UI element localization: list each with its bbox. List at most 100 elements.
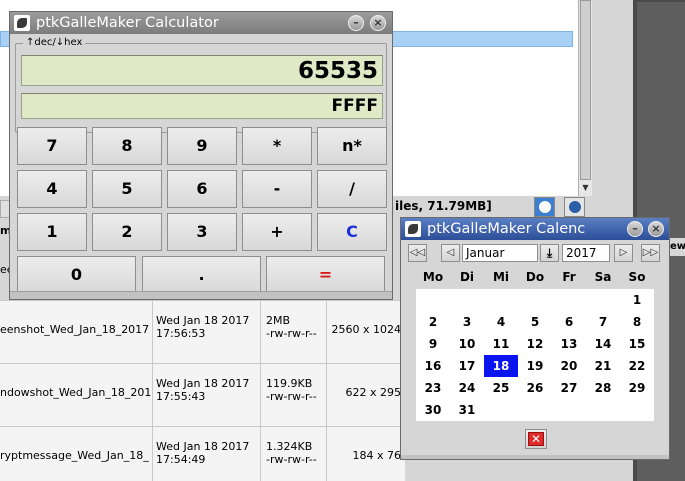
globe-icon bbox=[569, 201, 581, 213]
weekday-label: Sa bbox=[594, 270, 612, 284]
day-cell[interactable]: 2 bbox=[416, 311, 450, 333]
file-date: Wed Jan 18 2017 17:54:49 bbox=[153, 427, 261, 481]
next-year-button[interactable]: ▷▷ bbox=[641, 244, 660, 262]
view-icon bbox=[539, 201, 551, 213]
table-row[interactable]: eenshot_Wed_Jan_18_2017 Wed Jan 18 2017 1… bbox=[0, 300, 405, 363]
day-cell[interactable]: 23 bbox=[416, 377, 450, 399]
day-cell[interactable]: 20 bbox=[552, 355, 586, 377]
key-decimal-button[interactable]: . bbox=[142, 256, 261, 294]
calculator-window: ptkGalleMaker Calculator – × ↑dec/↓hex 6… bbox=[9, 11, 393, 300]
calendar-window: ptkGalleMaker Calenc – × ◁◁ ◁ Januar ⤓ 2… bbox=[400, 217, 670, 460]
day-cell[interactable]: 24 bbox=[450, 377, 484, 399]
prev-month-button[interactable]: ◁ bbox=[441, 244, 460, 262]
weekday-label: Fr bbox=[562, 270, 576, 284]
day-cell[interactable]: 1 bbox=[620, 289, 654, 311]
key-plus-button[interactable]: + bbox=[242, 213, 312, 251]
day-cell[interactable]: 9 bbox=[416, 333, 450, 355]
key-clear-button[interactable]: C bbox=[317, 213, 387, 251]
calendar-close-button[interactable]: ✕ bbox=[525, 429, 547, 449]
tk-logo-icon bbox=[405, 221, 421, 237]
key-1-button[interactable]: 1 bbox=[17, 213, 87, 251]
day-cell[interactable]: 21 bbox=[586, 355, 620, 377]
key-power-button[interactable]: n* bbox=[317, 127, 387, 165]
window-bottom-edge bbox=[10, 291, 392, 299]
right-header-cell: ew bbox=[670, 238, 685, 256]
day-cell[interactable]: 3 bbox=[450, 311, 484, 333]
calculator-title: ptkGalleMaker Calculator bbox=[36, 15, 219, 31]
view-toggle-button[interactable] bbox=[534, 197, 555, 217]
file-name: ndowshot_Wed_Jan_18_2017 bbox=[0, 364, 153, 426]
key-6-button[interactable]: 6 bbox=[167, 170, 237, 208]
minimize-button[interactable]: – bbox=[348, 15, 364, 31]
key-4-button[interactable]: 4 bbox=[17, 170, 87, 208]
selected-day-cell[interactable]: 18 bbox=[484, 355, 518, 377]
weekday-label: Mo bbox=[422, 270, 444, 284]
day-cell[interactable]: 31 bbox=[450, 399, 484, 421]
day-cell[interactable]: 14 bbox=[586, 333, 620, 355]
key-8-button[interactable]: 8 bbox=[92, 127, 162, 165]
day-cell[interactable]: 6 bbox=[552, 311, 586, 333]
day-cell[interactable]: 12 bbox=[518, 333, 552, 355]
close-button[interactable]: × bbox=[648, 221, 664, 237]
weekday-label: Do bbox=[525, 270, 545, 284]
file-date: Wed Jan 18 2017 17:56:53 bbox=[153, 301, 261, 363]
hex-display: FFFF bbox=[21, 93, 383, 119]
day-cell[interactable]: 26 bbox=[518, 377, 552, 399]
file-dimensions: 2560 x 1024 bbox=[331, 323, 402, 336]
close-button[interactable]: × bbox=[370, 15, 386, 31]
vertical-scrollbar[interactable]: ▼ bbox=[578, 0, 592, 196]
key-0-button[interactable]: 0 bbox=[17, 256, 136, 294]
key-minus-button[interactable]: - bbox=[242, 170, 312, 208]
file-date: Wed Jan 18 2017 17:55:43 bbox=[153, 364, 261, 426]
key-multiply-button[interactable]: * bbox=[242, 127, 312, 165]
day-cell[interactable]: 28 bbox=[586, 377, 620, 399]
year-field[interactable]: 2017 bbox=[562, 244, 610, 262]
day-cell[interactable]: 13 bbox=[552, 333, 586, 355]
table-row[interactable]: ryptmessage_Wed_Jan_18_ Wed Jan 18 2017 1… bbox=[0, 426, 405, 481]
day-cell[interactable]: 27 bbox=[552, 377, 586, 399]
weekday-label: Mi bbox=[492, 270, 510, 284]
day-cell[interactable]: 17 bbox=[450, 355, 484, 377]
day-cell[interactable]: 25 bbox=[484, 377, 518, 399]
file-dimensions: 622 x 295 bbox=[345, 386, 402, 399]
day-cell[interactable]: 16 bbox=[416, 355, 450, 377]
month-field[interactable]: Januar bbox=[462, 244, 538, 262]
tk-logo-icon bbox=[14, 15, 30, 31]
key-equals-button[interactable]: = bbox=[266, 256, 385, 294]
key-3-button[interactable]: 3 bbox=[167, 213, 237, 251]
key-divide-button[interactable]: / bbox=[317, 170, 387, 208]
decimal-display: 65535 bbox=[21, 55, 383, 86]
right-header-label: ew bbox=[670, 241, 685, 252]
day-cell[interactable]: 5 bbox=[518, 311, 552, 333]
key-2-button[interactable]: 2 bbox=[92, 213, 162, 251]
key-5-button[interactable]: 5 bbox=[92, 170, 162, 208]
day-cell[interactable]: 10 bbox=[450, 333, 484, 355]
day-cell[interactable]: 7 bbox=[586, 311, 620, 333]
scroll-down-arrow-icon[interactable]: ▼ bbox=[580, 182, 591, 194]
prev-year-button[interactable]: ◁◁ bbox=[408, 244, 427, 262]
weekday-label: So bbox=[628, 270, 646, 284]
next-month-button[interactable]: ▷ bbox=[614, 244, 633, 262]
day-cell[interactable]: 8 bbox=[620, 311, 654, 333]
globe-button[interactable] bbox=[564, 197, 585, 217]
scrollbar-thumb[interactable] bbox=[580, 0, 591, 180]
file-size: 1.324KB -rw-rw-r-- bbox=[261, 427, 327, 481]
key-9-button[interactable]: 9 bbox=[167, 127, 237, 165]
day-cell[interactable]: 19 bbox=[518, 355, 552, 377]
day-cell[interactable]: 22 bbox=[620, 355, 654, 377]
day-cell[interactable]: 4 bbox=[484, 311, 518, 333]
day-cell[interactable]: 11 bbox=[484, 333, 518, 355]
calculator-titlebar[interactable]: ptkGalleMaker Calculator – × bbox=[10, 12, 392, 34]
month-dropdown-icon[interactable]: ⤓ bbox=[540, 244, 559, 262]
mode-label[interactable]: ↑dec/↓hex bbox=[23, 37, 86, 48]
day-cell[interactable]: 29 bbox=[620, 377, 654, 399]
window-bottom-edge bbox=[401, 455, 669, 459]
calendar-titlebar[interactable]: ptkGalleMaker Calenc – × bbox=[401, 218, 669, 240]
close-icon: ✕ bbox=[528, 432, 544, 446]
key-7-button[interactable]: 7 bbox=[17, 127, 87, 165]
table-row[interactable]: ndowshot_Wed_Jan_18_2017 Wed Jan 18 2017… bbox=[0, 363, 405, 426]
day-cell[interactable]: 30 bbox=[416, 399, 450, 421]
file-size: 2MB -rw-rw-r-- bbox=[261, 301, 327, 363]
day-cell[interactable]: 15 bbox=[620, 333, 654, 355]
minimize-button[interactable]: – bbox=[627, 221, 643, 237]
